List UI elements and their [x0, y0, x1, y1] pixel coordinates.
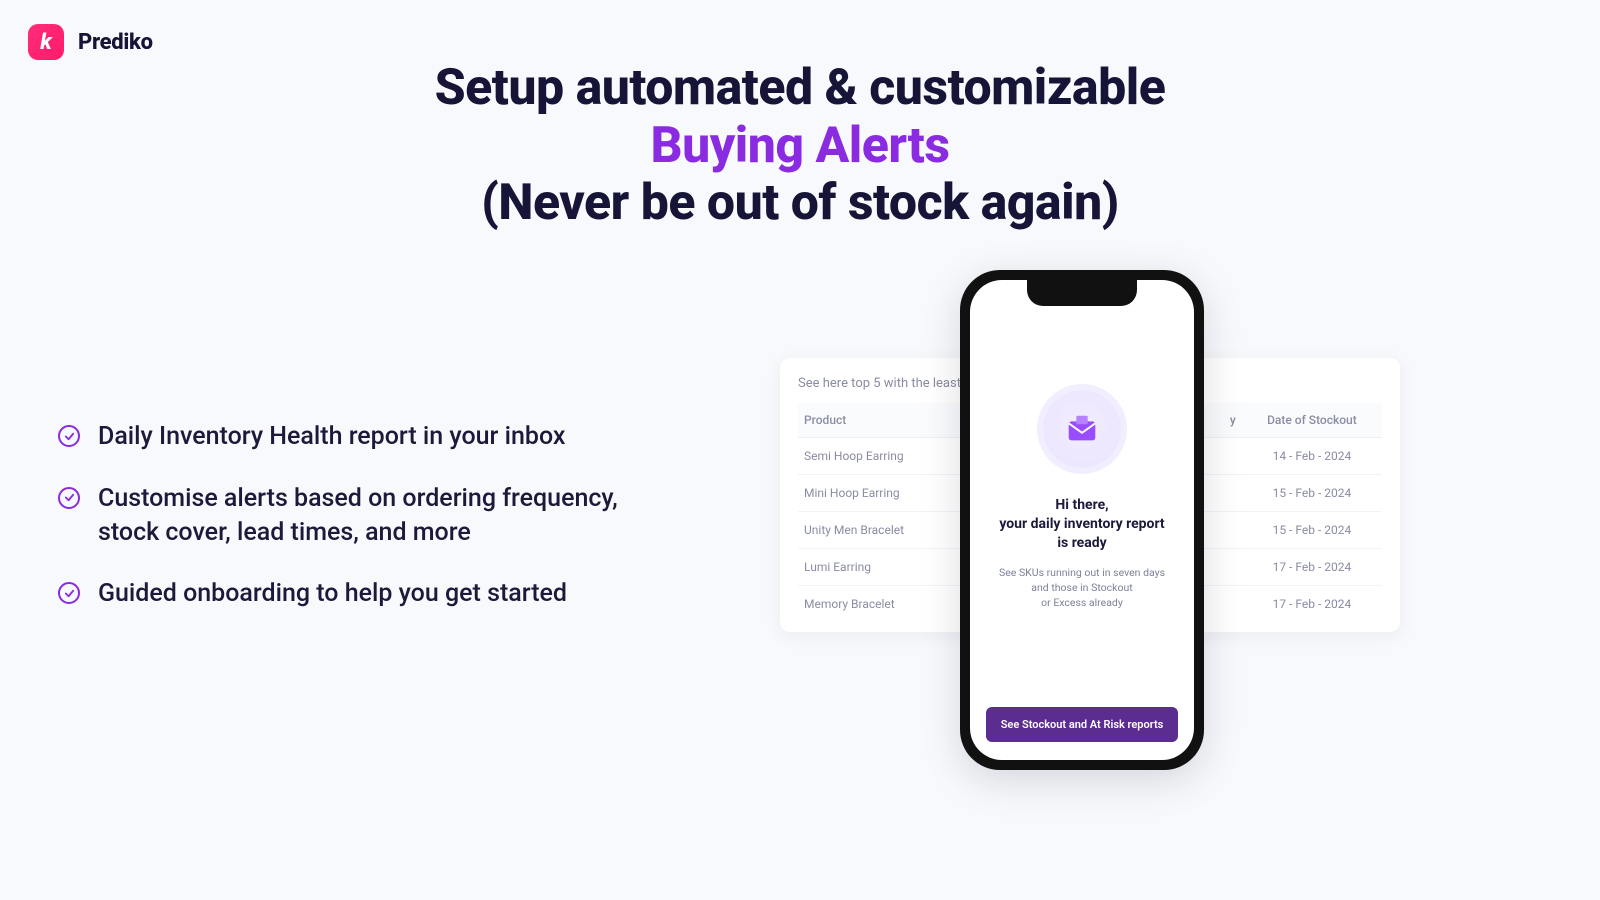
- phone-title: Hi there, your daily inventory report is…: [999, 496, 1164, 553]
- feature-list: Daily Inventory Health report in your in…: [58, 420, 698, 639]
- feature-item: Daily Inventory Health report in your in…: [58, 420, 698, 454]
- logo-mark-icon: k: [28, 24, 64, 60]
- phone-title-l3: is ready: [1057, 535, 1106, 551]
- phone-title-l2: your daily inventory report: [999, 516, 1164, 532]
- feature-text: Customise alerts based on ordering frequ…: [98, 482, 658, 550]
- table-cell: 17 - Feb - 2024: [1242, 549, 1382, 586]
- feature-text: Guided onboarding to help you get starte…: [98, 577, 567, 611]
- phone-sub-l2: and those in Stockout: [1031, 581, 1132, 594]
- hero-visual: See here top 5 with the least numbe Prod…: [780, 270, 1400, 830]
- phone-sub-l1: See SKUs running out in seven days: [999, 566, 1165, 579]
- page-headline: Setup automated & customizable Buying Al…: [0, 60, 1600, 233]
- headline-line-3: (Never be out of stock again): [481, 174, 1119, 232]
- table-cell: 15 - Feb - 2024: [1242, 475, 1382, 512]
- table-cell: 14 - Feb - 2024: [1242, 438, 1382, 475]
- check-circle-icon: [58, 425, 80, 447]
- headline-accent: Buying Alerts: [650, 117, 949, 175]
- phone-sub-l3: or Excess already: [1041, 596, 1123, 609]
- phone-subtitle: See SKUs running out in seven days and t…: [999, 565, 1165, 611]
- mail-icon: [1043, 390, 1121, 468]
- col-date: Date of Stockout: [1242, 403, 1382, 438]
- phone-mockup: Hi there, your daily inventory report is…: [960, 270, 1204, 770]
- feature-text: Daily Inventory Health report in your in…: [98, 420, 565, 454]
- feature-item: Guided onboarding to help you get starte…: [58, 577, 698, 611]
- phone-screen: Hi there, your daily inventory report is…: [970, 280, 1194, 760]
- brand-name: Prediko: [78, 30, 153, 55]
- headline-line-1: Setup automated & customizable: [435, 59, 1166, 117]
- check-circle-icon: [58, 487, 80, 509]
- table-cell: 17 - Feb - 2024: [1242, 586, 1382, 623]
- feature-item: Customise alerts based on ordering frequ…: [58, 482, 698, 550]
- phone-notch: [1027, 280, 1137, 306]
- phone-title-l1: Hi there,: [1055, 497, 1108, 513]
- table-cell: 15 - Feb - 2024: [1242, 512, 1382, 549]
- see-reports-button[interactable]: See Stockout and At Risk reports: [986, 707, 1178, 742]
- brand-logo: k Prediko: [28, 24, 153, 60]
- check-circle-icon: [58, 582, 80, 604]
